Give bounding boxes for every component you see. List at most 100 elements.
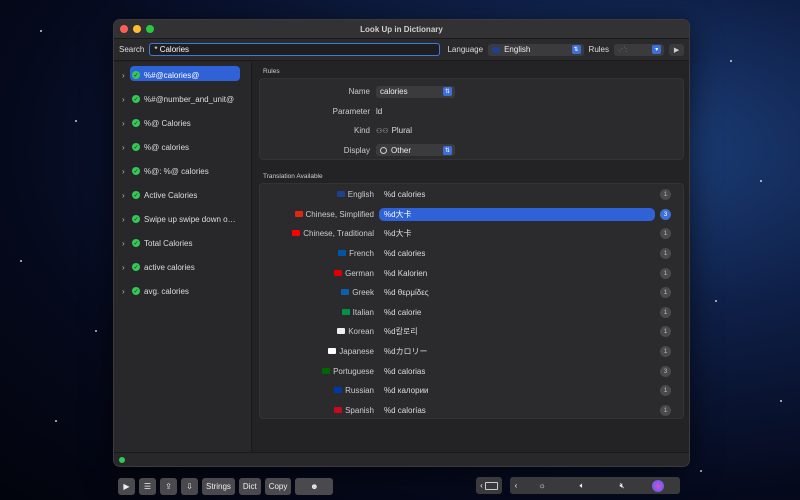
sidebar-item[interactable]: › ✓ %@ calories — [114, 135, 251, 159]
translation-value[interactable]: %d calories — [379, 188, 655, 201]
rules-select[interactable]: 𑀀 𑀁 𑀂 ▾ — [614, 43, 665, 56]
translation-row[interactable]: Russian %d калории 1 — [260, 381, 683, 401]
checkmark-icon: ✓ — [132, 143, 140, 151]
parameter-key: Parameter — [332, 106, 370, 116]
disclosure-chevron-icon[interactable]: › — [122, 191, 128, 200]
language-select[interactable]: English ⇅ — [488, 43, 584, 56]
siri-icon[interactable] — [652, 479, 664, 492]
translation-value[interactable]: %d calorias — [379, 365, 655, 378]
display-key: Display — [343, 145, 370, 155]
disclosure-chevron-icon[interactable]: › — [122, 215, 128, 224]
rules-section-title: Rules — [263, 68, 280, 75]
translation-row[interactable]: Italian %d calorie 1 — [260, 303, 683, 323]
emoji-button[interactable]: ☻ — [295, 477, 334, 495]
translation-value[interactable]: %d calorie — [379, 306, 655, 319]
translation-value[interactable]: %d칼로리 — [379, 325, 655, 338]
translation-count-badge: 1 — [660, 346, 671, 358]
sidebar-item-label: %@ calories — [144, 142, 190, 152]
status-bar — [114, 452, 689, 466]
volume-icon[interactable]: 🔈︎ — [562, 481, 602, 491]
translation-row[interactable]: Greek %d θερμίδες 1 — [260, 283, 683, 303]
flag-icon — [336, 191, 345, 198]
translation-row[interactable]: Chinese, Traditional %d大卡 1 — [260, 224, 683, 244]
disclosure-chevron-icon[interactable]: › — [122, 167, 128, 176]
close-window-button[interactable] — [120, 25, 128, 33]
play-button[interactable]: ▶ — [118, 477, 135, 495]
display-select[interactable]: Other ⇅ — [376, 144, 455, 157]
translation-row[interactable]: French %d calories 1 — [260, 244, 683, 264]
checkmark-icon: ✓ — [132, 239, 140, 247]
sidebar-item[interactable]: › ✓ avg. calories — [114, 279, 251, 303]
stepper-icon: ⇅ — [443, 145, 452, 155]
translation-row[interactable]: English %d calories 1 — [260, 185, 683, 205]
play-button[interactable]: ▶ — [669, 43, 684, 56]
translation-count-badge: 3 — [660, 208, 671, 220]
stepper-icon: ⇅ — [443, 87, 452, 97]
translation-count-badge: 1 — [660, 189, 671, 201]
keyboard-icon — [484, 481, 498, 490]
translation-value[interactable]: %dカロリー — [379, 345, 655, 358]
import-icon: ⇩ — [186, 481, 193, 491]
play-icon: ▶ — [673, 46, 680, 54]
chevron-down-icon: ▾ — [652, 45, 662, 54]
translation-language: Russian — [345, 386, 374, 396]
disclosure-chevron-icon[interactable]: › — [122, 239, 128, 248]
circle-icon — [380, 146, 387, 154]
import-button[interactable]: ⇩ — [181, 477, 198, 495]
translation-language: Italian — [352, 307, 374, 317]
translation-value[interactable]: %d Kalorien — [379, 267, 655, 280]
disclosure-chevron-icon[interactable]: › — [122, 287, 128, 296]
sidebar-item[interactable]: › ✓ %#@calories@ — [114, 63, 251, 87]
kind-value: Plural — [391, 126, 413, 136]
sidebar-item[interactable]: › ✓ %@: %@ calories — [114, 159, 251, 183]
translation-value[interactable]: %d calorías — [379, 404, 655, 417]
checkmark-icon: ✓ — [132, 95, 140, 103]
dict-button[interactable]: Dict — [238, 477, 261, 495]
disclosure-chevron-icon[interactable]: › — [122, 119, 128, 128]
translation-row[interactable]: Korean %d칼로리 1 — [260, 322, 683, 342]
mute-icon[interactable]: 🔇︎ — [602, 481, 642, 491]
translation-row[interactable]: Spanish %d calorías 1 — [260, 401, 683, 421]
translation-row[interactable]: Chinese, Simplified %d大卡 3 — [260, 205, 683, 225]
sidebar-item-label: Swipe up swipe down or... — [144, 214, 236, 224]
sidebar-item[interactable]: › ✓ Active Calories — [114, 183, 251, 207]
strings-button[interactable]: Strings — [202, 477, 235, 495]
translation-row[interactable]: Japanese %dカロリー 1 — [260, 342, 683, 362]
sidebar-item[interactable]: › ✓ active calories — [114, 255, 251, 279]
sidebar-item[interactable]: › ✓ %@ Calories — [114, 111, 251, 135]
chevron-left-icon: ‹ — [480, 481, 483, 490]
translation-language: Chinese, Simplified — [305, 209, 374, 219]
sidebar-item[interactable]: › ✓ Swipe up swipe down or... — [114, 207, 251, 231]
keyboard-button[interactable]: ‹ — [476, 477, 502, 494]
translation-value[interactable]: %d calories — [379, 247, 655, 260]
disclosure-chevron-icon[interactable]: › — [122, 71, 128, 80]
list-button[interactable]: ☰ — [139, 477, 156, 495]
sidebar-item[interactable]: › ✓ Total Calories — [114, 231, 251, 255]
translation-row[interactable]: German %d Kalorien 1 — [260, 263, 683, 283]
minimize-window-button[interactable] — [133, 25, 141, 33]
brightness-icon[interactable]: ☼ — [522, 481, 562, 490]
disclosure-chevron-icon[interactable]: › — [122, 95, 128, 104]
translation-row[interactable]: Portuguese %d calorias 3 — [260, 361, 683, 381]
maximize-window-button[interactable] — [146, 25, 154, 33]
export-button[interactable]: ⇪ — [160, 477, 177, 495]
translation-value[interactable]: %d калории — [379, 384, 655, 397]
translations-section-title: Translation Available — [263, 173, 323, 180]
toolbar: Search Language English ⇅ Rules 𑀀 𑀁 𑀂 ▾ … — [114, 39, 689, 61]
search-input[interactable] — [149, 43, 441, 56]
title-bar: Look Up in Dictionary — [114, 20, 689, 39]
copy-button[interactable]: Copy — [264, 477, 292, 495]
sidebar-item[interactable]: › ✓ %#@number_and_unit@ — [114, 87, 251, 111]
translation-value[interactable]: %d大卡 — [379, 207, 655, 221]
collapse-chevron-icon[interactable]: ‹ — [510, 481, 522, 490]
translation-value[interactable]: %d θερμίδες — [379, 286, 655, 299]
translation-language: French — [349, 249, 374, 259]
translation-value[interactable]: %d大卡 — [379, 227, 655, 240]
flag-icon — [341, 289, 350, 296]
detail-panel: Rules Name calories ⇅ Parameter ld Kind … — [253, 62, 689, 454]
disclosure-chevron-icon[interactable]: › — [122, 263, 128, 272]
name-select[interactable]: calories ⇅ — [376, 85, 455, 98]
disclosure-chevron-icon[interactable]: › — [122, 143, 128, 152]
translation-language: German — [345, 268, 374, 278]
flag-icon — [294, 210, 303, 217]
